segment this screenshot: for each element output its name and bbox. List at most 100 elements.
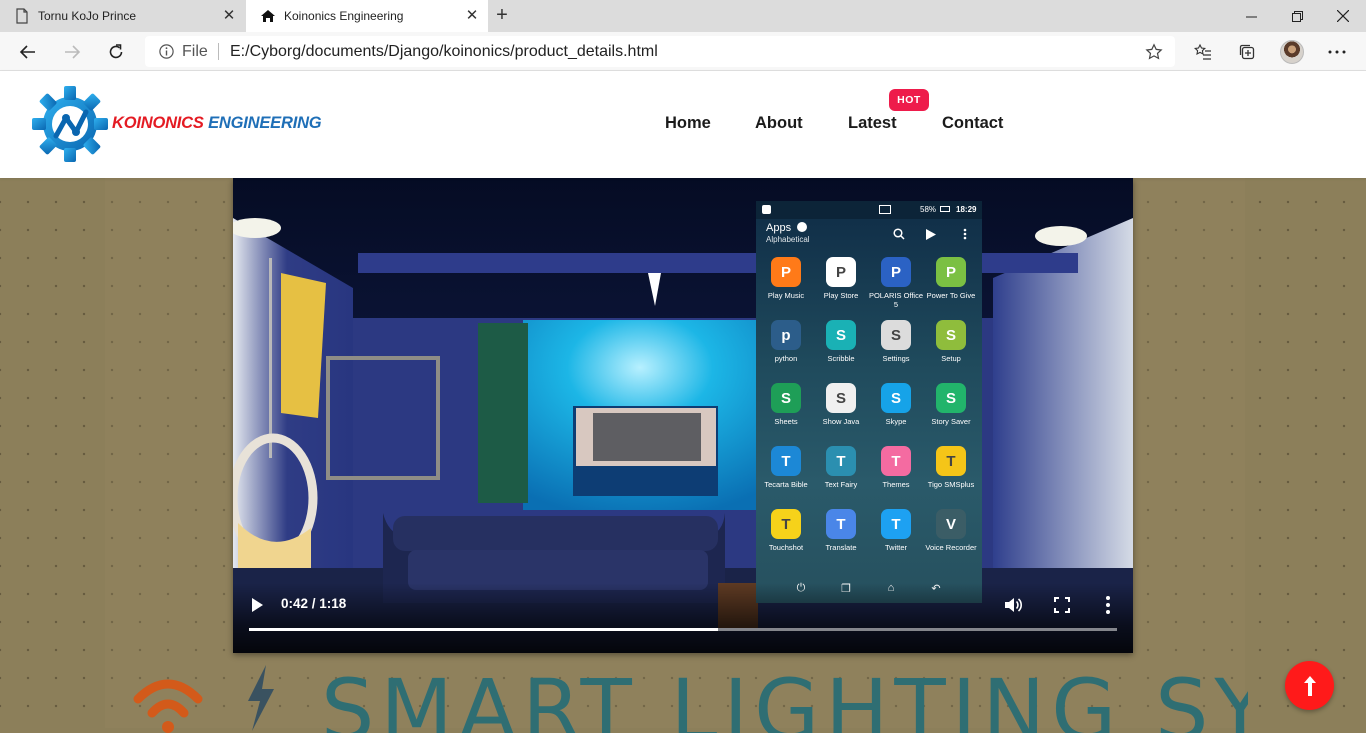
- apps-title: Apps: [766, 222, 808, 234]
- app-label: Scribble: [827, 354, 855, 363]
- app-label: Translate: [825, 543, 857, 552]
- nav-latest[interactable]: Latest: [848, 114, 897, 133]
- app-setup: S Setup: [923, 320, 979, 363]
- skype-icon: S: [881, 383, 911, 413]
- close-icon[interactable]: ✕: [221, 8, 237, 24]
- sheets-icon: S: [771, 383, 801, 413]
- app-scribble: S Scribble: [813, 320, 869, 363]
- battery-percent: 58%: [920, 205, 937, 214]
- site-header: KOINONICS ENGINEERING Home About Latest …: [0, 71, 1366, 178]
- play-icon[interactable]: [250, 597, 264, 613]
- app-power-to-give: P Power To Give: [923, 257, 979, 300]
- translate-icon: T: [826, 509, 856, 539]
- video-progress-bar[interactable]: [249, 628, 1117, 631]
- status-bar: 58% 18:29: [756, 201, 982, 219]
- nav-about[interactable]: About: [755, 114, 803, 133]
- app-twitter: T Twitter: [868, 509, 924, 552]
- arrow-right-icon: [65, 45, 81, 59]
- restore-button[interactable]: [1274, 0, 1320, 32]
- app-play-music: P Play Music: [758, 257, 814, 300]
- settings-menu-button[interactable]: [1322, 37, 1352, 67]
- product-video[interactable]: 58% 18:29 Apps Alphabetical P Play Music P…: [233, 178, 1133, 653]
- app-translate: T Translate: [813, 509, 869, 552]
- document-icon: [16, 8, 28, 24]
- more-horizontal-icon: [1328, 50, 1346, 54]
- wifi-icon: [133, 679, 203, 733]
- tab-title: Tornu KoJo Prince: [38, 9, 137, 23]
- settings-icon: S: [881, 320, 911, 350]
- profile-button[interactable]: [1277, 37, 1307, 67]
- app-label: Text Fairy: [824, 480, 858, 489]
- app-label: Twitter: [884, 543, 908, 552]
- collections-button[interactable]: [1232, 37, 1262, 67]
- forward-button[interactable]: [57, 37, 87, 67]
- video-progress-fill: [249, 628, 718, 631]
- favorites-button[interactable]: [1188, 37, 1218, 67]
- tab-koinonics[interactable]: Koinonics Engineering ✕: [246, 0, 488, 32]
- more-vertical-icon[interactable]: [1104, 595, 1112, 615]
- power-to-give-icon: P: [936, 257, 966, 287]
- restore-icon: [1291, 10, 1303, 22]
- refresh-icon: [109, 44, 123, 59]
- smart-lighting-banner: SMART LIGHTING SYSTE: [128, 663, 1248, 733]
- app-label: Skype: [885, 417, 907, 426]
- close-window-button[interactable]: [1320, 0, 1366, 32]
- star-icon[interactable]: [1145, 43, 1163, 61]
- app-label: Settings: [882, 354, 910, 363]
- hot-badge: HOT: [889, 89, 929, 111]
- app-show-java: S Show Java: [813, 383, 869, 426]
- app-label: Show Java: [822, 417, 860, 426]
- app-label: POLARIS Office 5: [868, 291, 924, 309]
- scheme-label: File: [182, 43, 208, 60]
- polaris-office-icon: P: [881, 257, 911, 287]
- video-controls: 0:42 / 1:18: [233, 583, 1133, 653]
- show-java-icon: S: [826, 383, 856, 413]
- url-field[interactable]: File E:/Cyborg/documents/Django/koinonic…: [145, 36, 1175, 67]
- play-music-icon: P: [771, 257, 801, 287]
- app-label: Play Music: [767, 291, 805, 300]
- more-vertical-icon: [963, 228, 967, 240]
- brand-koinonics: KOINONICS: [112, 114, 204, 132]
- koinonics-gear-logo[interactable]: [30, 84, 110, 164]
- app-label: Sheets: [774, 417, 798, 426]
- play-store-icon: P: [826, 257, 856, 287]
- minimize-icon: [1245, 16, 1257, 17]
- nav-home[interactable]: Home: [665, 114, 711, 133]
- url-text[interactable]: E:/Cyborg/documents/Django/koinonics/pro…: [230, 43, 658, 61]
- brand-name[interactable]: KOINONICS ENGINEERING: [112, 114, 322, 133]
- tab-tornu-kojo[interactable]: Tornu KoJo Prince ✕: [0, 0, 245, 32]
- new-tab-button[interactable]: +: [490, 4, 514, 28]
- fullscreen-icon[interactable]: [1054, 597, 1070, 613]
- battery-icon: [940, 206, 950, 212]
- app-label: Themes: [882, 480, 910, 489]
- close-icon[interactable]: ✕: [464, 8, 480, 24]
- scribble-icon: S: [826, 320, 856, 350]
- home-icon: [261, 10, 275, 22]
- refresh-button[interactable]: [101, 37, 131, 67]
- collections-icon: [1239, 44, 1255, 60]
- video-frame-room-scene: [233, 178, 1133, 653]
- favorites-list-icon: [1194, 43, 1211, 60]
- app-polaris-office: P POLARIS Office 5: [868, 257, 924, 309]
- volume-icon[interactable]: [1003, 595, 1023, 615]
- minimize-button[interactable]: [1228, 0, 1274, 32]
- story-saver-icon: S: [936, 383, 966, 413]
- arrow-up-icon: [1303, 675, 1316, 696]
- app-label: Story Saver: [931, 417, 971, 426]
- app-tecarta-bible: T Tecarta Bible: [758, 446, 814, 489]
- setup-icon: S: [936, 320, 966, 350]
- app-story-saver: S Story Saver: [923, 383, 979, 426]
- info-icon[interactable]: [159, 44, 174, 59]
- back-button[interactable]: [13, 37, 43, 67]
- app-play-store: P Play Store: [813, 257, 869, 300]
- app-label: Power To Give: [926, 291, 976, 300]
- brand-engineering: ENGINEERING: [208, 114, 322, 132]
- scroll-to-top-button[interactable]: [1285, 661, 1334, 710]
- nav-contact[interactable]: Contact: [942, 114, 1003, 133]
- text-fairy-icon: T: [826, 446, 856, 476]
- status-time: 18:29: [956, 205, 977, 214]
- app-touchshot: T Touchshot: [758, 509, 814, 552]
- python-icon: p: [771, 320, 801, 350]
- app-settings: S Settings: [868, 320, 924, 363]
- twitter-icon: T: [881, 509, 911, 539]
